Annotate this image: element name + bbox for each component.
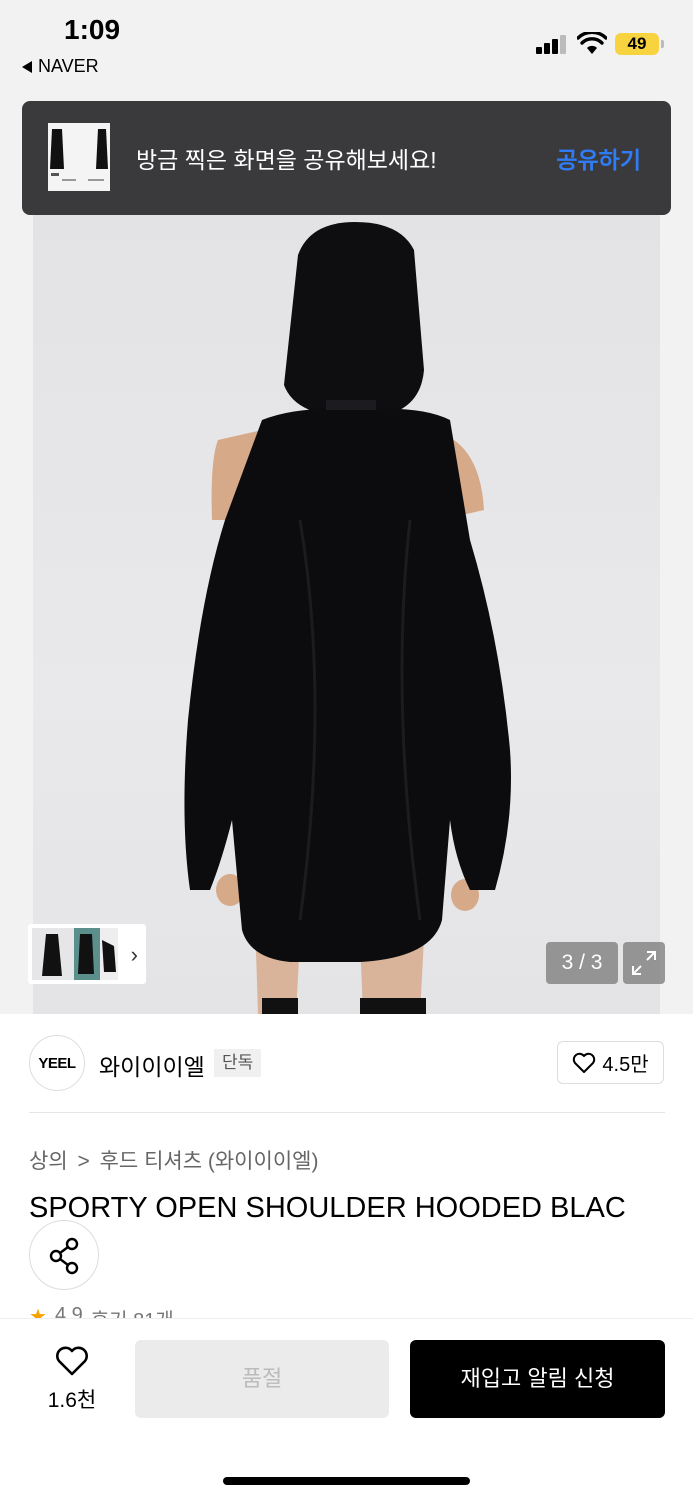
restock-alert-button[interactable]: 재입고 알림 신청	[410, 1340, 665, 1418]
fullscreen-button[interactable]	[623, 942, 665, 984]
battery-indicator: 49	[615, 33, 664, 55]
chevron-right-icon: ›	[130, 942, 138, 967]
screenshot-thumbnail-image	[48, 123, 110, 191]
share-banner-message: 방금 찍은 화면을 공유해보세요!	[136, 147, 437, 173]
wishlist-button[interactable]: 1.6천	[40, 1345, 104, 1414]
image-thumbnail-strip[interactable]: ›	[28, 924, 146, 984]
brand-like-button[interactable]: 4.5만	[557, 1041, 664, 1084]
status-time: 1:09	[64, 14, 121, 45]
status-bar: 1:09 NAVER 49	[0, 0, 693, 100]
star-icon: ★	[29, 1306, 47, 1318]
expand-icon	[632, 951, 656, 975]
share-screenshot-banner: 방금 찍은 화면을 공유해보세요! 공유하기	[22, 101, 671, 215]
brand-logo[interactable]: YEEL	[29, 1035, 85, 1091]
screenshot-thumbnail[interactable]	[48, 123, 110, 191]
breadcrumb-subcategory[interactable]: 후드 티셔츠 (와이이이엘)	[100, 1150, 319, 1173]
product-title: SPORTY OPEN SHOULDER HOODED BLAC	[29, 1192, 626, 1224]
breadcrumb-separator: >	[77, 1150, 90, 1173]
review-count: 후기 81개	[91, 1304, 174, 1318]
home-indicator[interactable]	[223, 1477, 470, 1485]
back-to-app-link[interactable]: NAVER	[22, 56, 99, 77]
brand-like-count: 4.5만	[602, 1054, 649, 1076]
rating-score: 4.9	[54, 1304, 83, 1318]
wishlist-count: 1.6천	[47, 1389, 97, 1412]
wifi-icon	[577, 32, 607, 54]
product-image-gallery[interactable]	[0, 100, 693, 1014]
cellular-signal-icon	[536, 34, 568, 54]
breadcrumb-category[interactable]: 상의	[29, 1150, 68, 1173]
product-photo[interactable]	[0, 100, 693, 1014]
share-icon	[49, 1237, 79, 1275]
share-button[interactable]: 공유하기	[556, 141, 641, 175]
back-app-label: NAVER	[38, 56, 99, 76]
thumbnail-images	[32, 928, 118, 980]
image-counter: 3 / 3	[546, 942, 618, 984]
heart-outline-icon	[56, 1346, 88, 1376]
brand-name[interactable]: 와이이이엘	[99, 1048, 205, 1082]
sold-out-button: 품절	[135, 1340, 389, 1418]
rating-row[interactable]: ★ 4.9 후기 81개	[29, 1304, 174, 1318]
breadcrumb: 상의 > 후드 티셔츠 (와이이이엘)	[29, 1145, 318, 1175]
section-divider	[29, 1112, 665, 1113]
share-product-button[interactable]	[29, 1220, 99, 1290]
exclusive-badge: 단독	[214, 1049, 262, 1077]
heart-icon	[573, 1052, 596, 1073]
back-arrow-icon	[22, 60, 32, 73]
